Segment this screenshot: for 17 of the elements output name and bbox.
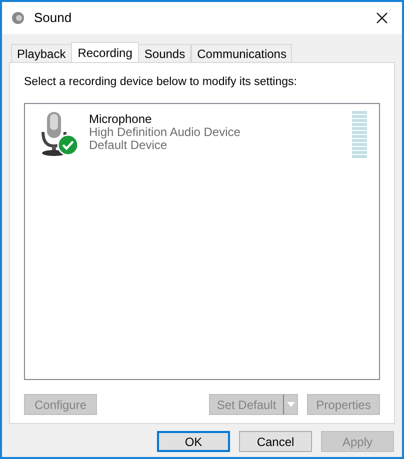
microphone-icon bbox=[39, 110, 79, 156]
device-status: Default Device bbox=[89, 139, 168, 152]
speaker-icon bbox=[10, 10, 26, 26]
window-title: Sound bbox=[34, 9, 72, 28]
tab[interactable]: Recording bbox=[70, 42, 140, 62]
dialog-button[interactable]: OK bbox=[157, 431, 230, 452]
device-name: Microphone bbox=[89, 113, 153, 126]
device-description: High Definition Audio Device bbox=[89, 126, 240, 140]
device-item[interactable]: Microphone High Definition Audio Device Default Device bbox=[25, 104, 379, 162]
tab[interactable]: Sounds bbox=[138, 44, 192, 62]
tab[interactable]: Playback bbox=[11, 44, 72, 62]
tab[interactable]: Communications bbox=[191, 44, 292, 62]
caret-icon bbox=[286, 402, 294, 408]
dialog-button[interactable]: Cancel bbox=[239, 431, 312, 452]
close-icon bbox=[376, 12, 388, 24]
level-meter bbox=[352, 111, 367, 158]
instruction-text: Select a recording device below to modify its settings: bbox=[24, 75, 298, 90]
